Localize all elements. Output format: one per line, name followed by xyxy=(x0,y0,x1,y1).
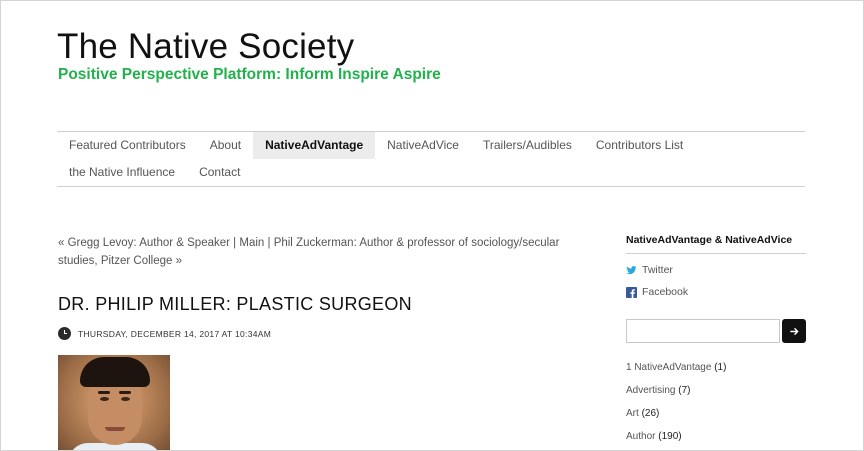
photo-hair xyxy=(80,357,150,387)
site-title[interactable]: The Native Society xyxy=(57,27,354,67)
twitter-icon xyxy=(626,265,637,276)
arrow-right-icon xyxy=(789,327,798,335)
photo-brow xyxy=(98,391,110,394)
category-count: (1) xyxy=(714,362,727,373)
nav-item-contact[interactable]: Contact xyxy=(187,159,252,186)
category-count: (190) xyxy=(658,431,682,442)
list-item: Advertising (7) xyxy=(626,384,806,407)
category-list: 1 NativeAdVantage (1) Advertising (7) Ar… xyxy=(626,361,806,450)
post-navigation: « Gregg Levoy: Author & Speaker | Main |… xyxy=(58,234,593,270)
main-link[interactable]: Main xyxy=(239,237,264,249)
category-count: (26) xyxy=(641,408,660,419)
photo-eye xyxy=(100,397,109,401)
post-date-text[interactable]: THURSDAY, DECEMBER 14, 2017 AT 10:34AM xyxy=(78,329,271,339)
photo-eye xyxy=(121,397,130,401)
category-link[interactable]: Author xyxy=(626,431,655,442)
photo-mouth xyxy=(105,427,125,431)
list-item: Author (190) xyxy=(626,430,806,450)
clock-icon xyxy=(58,327,71,340)
nav-item-about[interactable]: About xyxy=(198,132,253,159)
category-link[interactable]: Art xyxy=(626,408,639,419)
sidebar-heading: NativeAdVantage & NativeAdVice xyxy=(626,234,806,254)
nav-row-2: the Native Influence Contact xyxy=(57,159,805,186)
nav-item-contributors-list[interactable]: Contributors List xyxy=(584,132,695,159)
post-photo xyxy=(58,355,170,450)
post-nav-separator: | xyxy=(229,237,240,249)
site-tagline: Positive Perspective Platform: Inform In… xyxy=(58,66,441,83)
nav-item-nativeadvice[interactable]: NativeAdVice xyxy=(375,132,471,159)
list-item: Art (26) xyxy=(626,407,806,430)
facebook-link[interactable]: Facebook xyxy=(626,286,806,298)
facebook-label: Facebook xyxy=(642,286,689,298)
post-date: THURSDAY, DECEMBER 14, 2017 AT 10:34AM xyxy=(58,327,271,340)
list-item: 1 NativeAdVantage (1) xyxy=(626,361,806,384)
category-count: (7) xyxy=(678,385,691,396)
nav-item-featured-contributors[interactable]: Featured Contributors xyxy=(57,132,198,159)
nav-item-native-influence[interactable]: the Native Influence xyxy=(57,159,187,186)
facebook-icon xyxy=(626,286,637,298)
post-title[interactable]: DR. PHILIP MILLER: PLASTIC SURGEON xyxy=(58,294,412,315)
search-button[interactable] xyxy=(782,319,806,343)
main-navigation: Featured Contributors About NativeAdVant… xyxy=(57,131,805,187)
twitter-label: Twitter xyxy=(642,264,673,276)
twitter-link[interactable]: Twitter xyxy=(626,264,806,276)
photo-brow xyxy=(119,391,131,394)
nav-row-1: Featured Contributors About NativeAdVant… xyxy=(57,132,805,159)
sidebar: NativeAdVantage & NativeAdVice Twitter F… xyxy=(626,234,806,450)
previous-post-link[interactable]: « Gregg Levoy: Author & Speaker xyxy=(58,237,230,249)
page-frame: The Native Society Positive Perspective … xyxy=(0,0,864,451)
category-link[interactable]: Advertising xyxy=(626,385,675,396)
nav-item-nativeadvantage[interactable]: NativeAdVantage xyxy=(253,132,376,159)
search-form xyxy=(626,319,806,343)
category-link[interactable]: 1 NativeAdVantage xyxy=(626,362,711,373)
search-input[interactable] xyxy=(626,319,780,343)
nav-item-trailers-audibles[interactable]: Trailers/Audibles xyxy=(471,132,584,159)
post-nav-separator: | xyxy=(264,237,274,249)
